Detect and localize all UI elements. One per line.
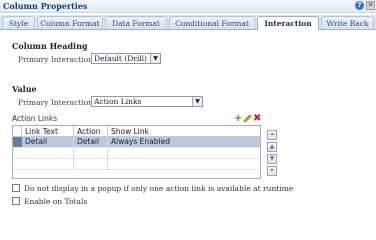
no-popup-checkbox[interactable]: [12, 184, 20, 192]
empty-cell: [74, 148, 108, 159]
close-icon[interactable]: ✕: [366, 1, 375, 10]
cell-show-link[interactable]: Always Enabled: [108, 137, 260, 148]
enable-on-totals-label: Enable on Totals: [24, 197, 88, 206]
tab-style[interactable]: Style: [2, 16, 35, 29]
tab-conditional-format[interactable]: Conditional Format: [169, 16, 255, 29]
column-header-show-link[interactable]: Show Link: [108, 126, 260, 137]
value-primary-interaction-label: Primary Interaction: [18, 98, 94, 107]
action-links-label: Action Links: [12, 114, 58, 123]
column-header-action[interactable]: Action: [74, 126, 108, 137]
empty-cell: [74, 159, 108, 170]
table-row-empty: [13, 148, 260, 159]
chevron-down-icon: ▼: [150, 54, 160, 63]
delete-icon[interactable]: ✖: [253, 114, 262, 124]
move-up-icon[interactable]: ▲: [267, 142, 277, 152]
no-popup-label: Do not display in a popup if only one ac…: [24, 184, 294, 193]
empty-cell: [22, 148, 74, 159]
heading-primary-interaction-select[interactable]: Default (Drill) ▼: [91, 53, 161, 64]
cell-link-text[interactable]: Detail: [22, 137, 74, 148]
move-down-icon[interactable]: ▼: [267, 154, 277, 164]
table-row[interactable]: Detail Detail Always Enabled: [13, 137, 260, 148]
add-icon[interactable]: +: [234, 114, 243, 124]
tab-data-format[interactable]: Data Format: [105, 16, 167, 29]
column-heading-title: Column Heading: [12, 41, 88, 51]
heading-primary-interaction-label: Primary Interaction: [18, 55, 94, 64]
enable-on-totals-checkbox[interactable]: [12, 197, 20, 205]
tab-write-back[interactable]: Write Back: [321, 16, 374, 29]
move-bottom-icon[interactable]: ⏷: [267, 166, 277, 176]
help-icon[interactable]: ?: [355, 1, 364, 10]
edit-icon[interactable]: [243, 114, 252, 123]
column-header-link-text[interactable]: Link Text: [22, 126, 74, 137]
value-title: Value: [12, 84, 37, 94]
tab-interaction[interactable]: Interaction: [257, 16, 319, 30]
table-row-empty: [13, 159, 260, 170]
dialog-title: Column Properties: [3, 1, 88, 11]
row-header: [13, 137, 22, 147]
empty-cell: [22, 159, 74, 170]
row-header-corner: [13, 126, 22, 137]
chevron-down-icon: ▼: [192, 97, 202, 106]
move-top-icon[interactable]: ⏶: [267, 130, 277, 140]
cell-action[interactable]: Detail: [74, 137, 108, 148]
value-primary-interaction-value: Action Links: [94, 97, 142, 106]
tab-column-format[interactable]: Column Format: [37, 16, 103, 29]
heading-primary-interaction-value: Default (Drill): [94, 54, 147, 63]
value-primary-interaction-select[interactable]: Action Links ▼: [91, 96, 203, 107]
action-links-table: Link Text Action Show Link Detail Detail…: [12, 125, 261, 179]
tab-strip: Style Column Format Data Format Conditio…: [0, 15, 376, 30]
